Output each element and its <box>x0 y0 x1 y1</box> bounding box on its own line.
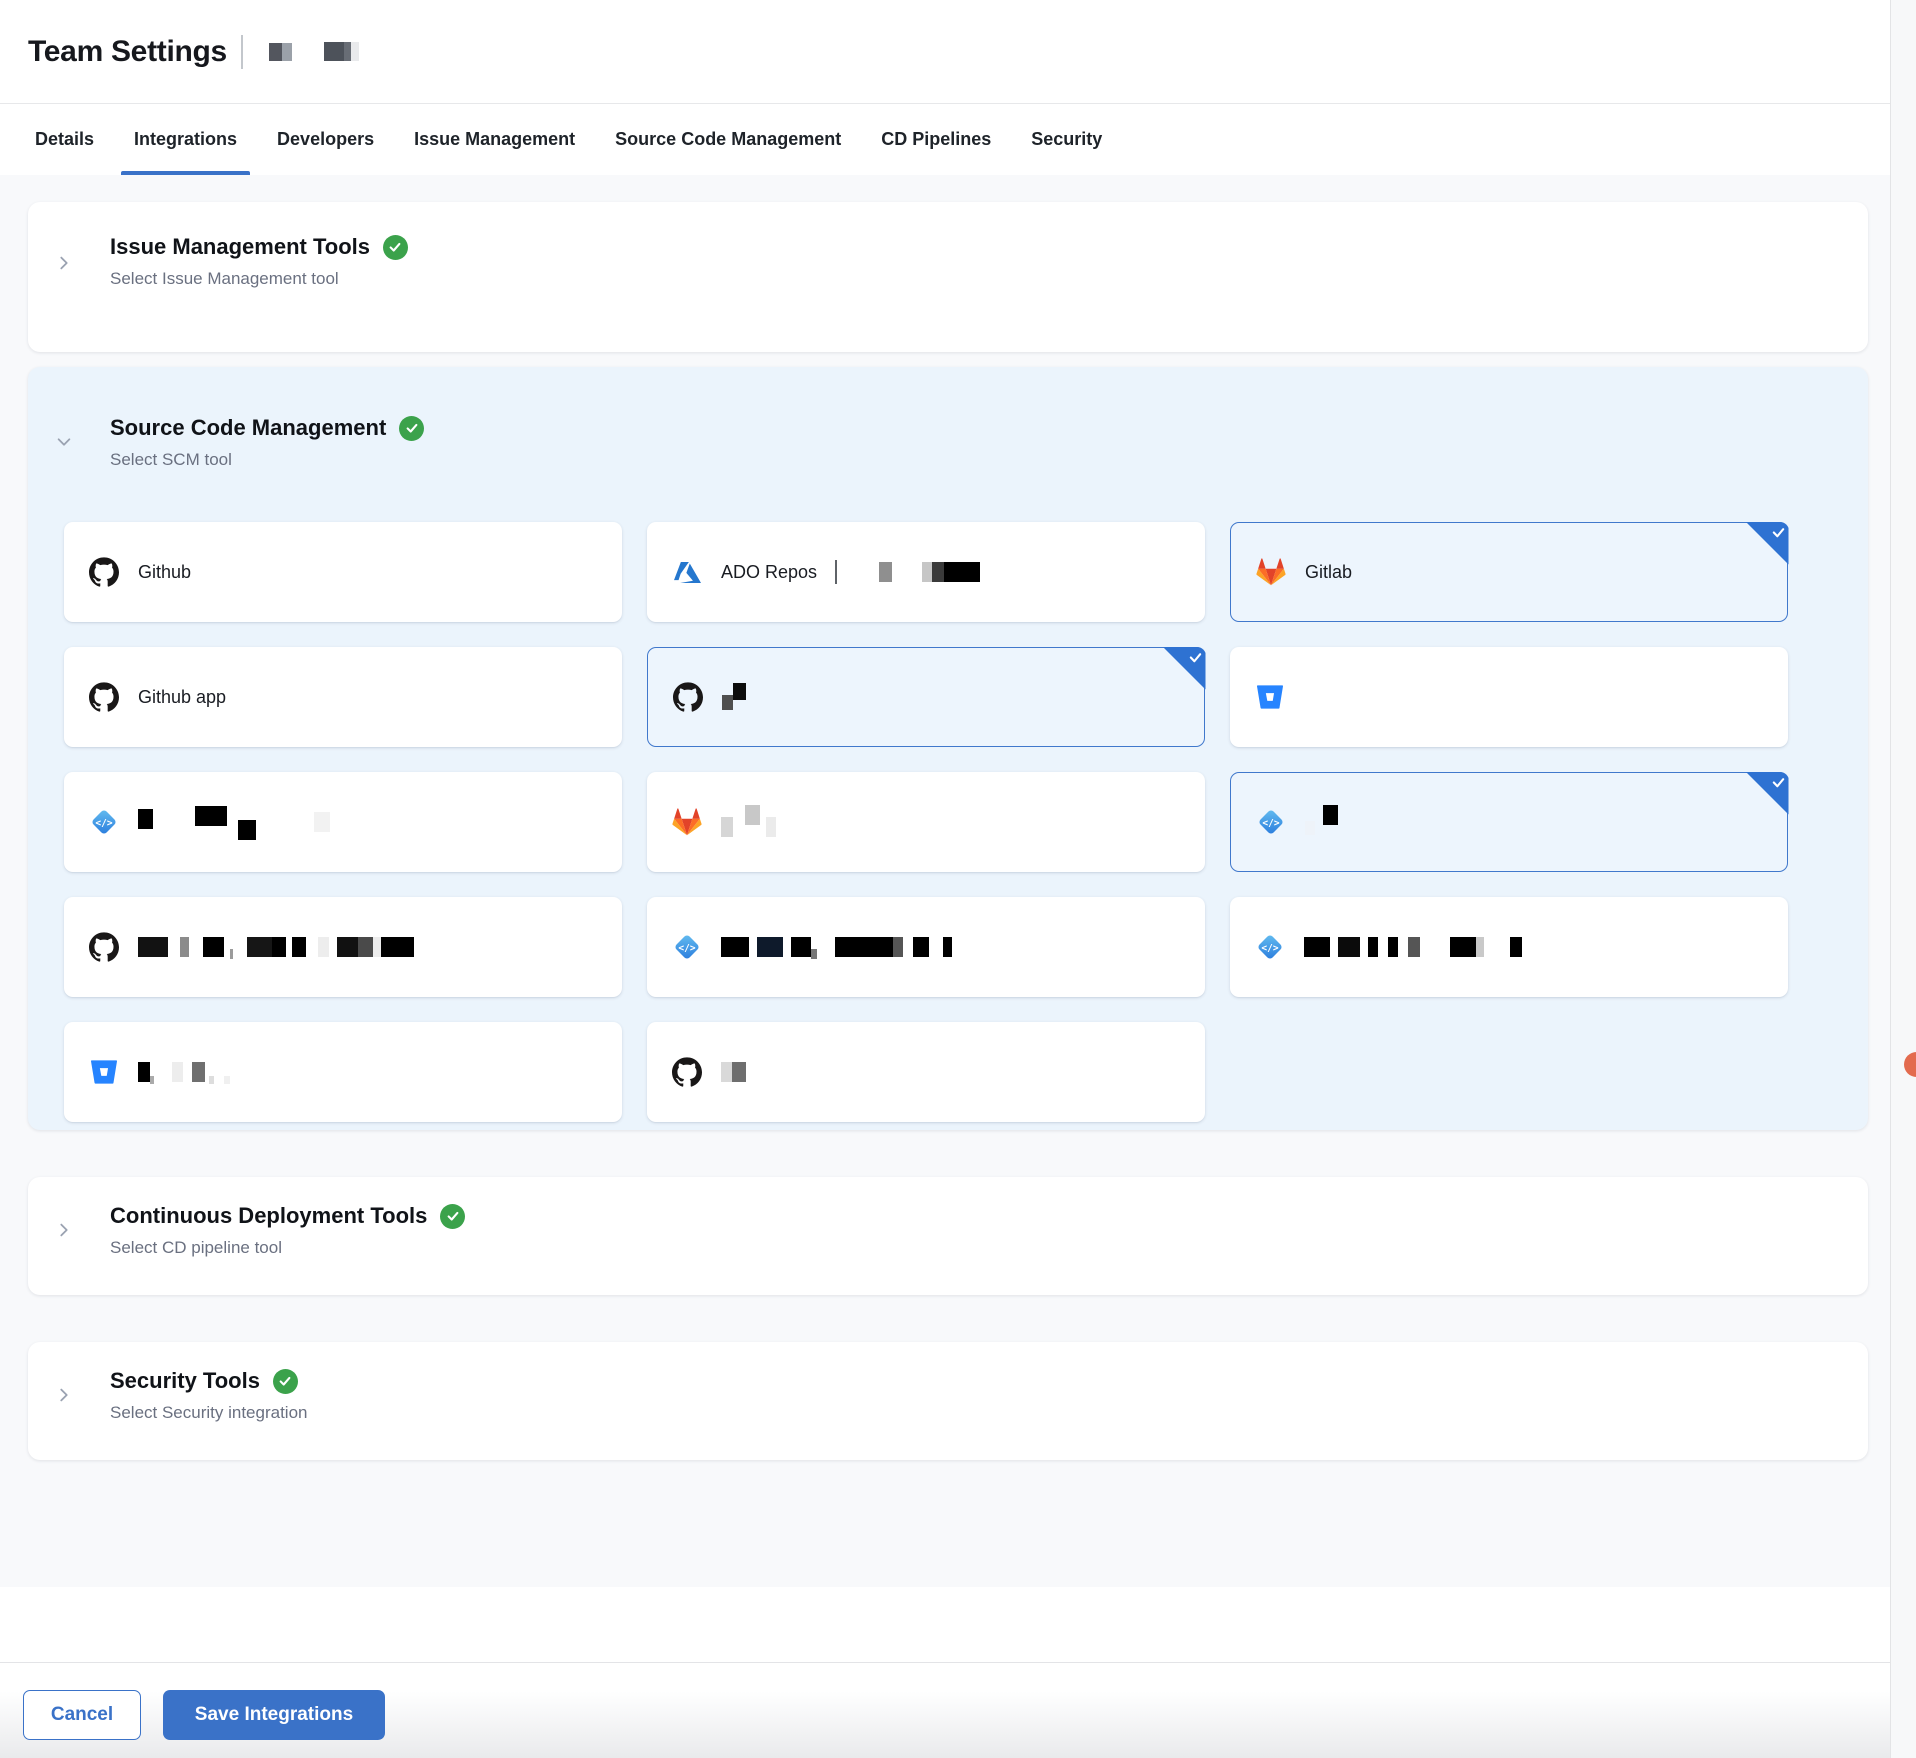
scm-tool-card-redacted-6[interactable]: </> <box>64 772 622 872</box>
section-source-code-management: Source Code Management Select SCM tool G… <box>28 367 1868 1130</box>
scm-tool-card-redacted-13[interactable] <box>647 1022 1205 1122</box>
page-title: Team Settings <box>28 35 227 69</box>
scm-tool-grid: Github ADO Repos Gitlab Github app </> </> </>… <box>64 522 1788 1122</box>
scm-tool-card-redacted-12[interactable] <box>64 1022 622 1122</box>
top-bar: Team Settings <box>0 0 1916 103</box>
chevron-right-icon <box>55 254 73 277</box>
svg-text:</>: </> <box>1262 818 1279 829</box>
scm-tool-card-redacted-5[interactable] <box>1230 647 1788 747</box>
redacted-text <box>722 689 746 706</box>
redacted-text <box>721 1062 746 1082</box>
section-continuous-deployment-tools: Continuous Deployment Tools Select CD pi… <box>28 1177 1868 1295</box>
section-title: Continuous Deployment Tools <box>110 1203 427 1229</box>
section-subtitle: Select Security integration <box>110 1403 1868 1423</box>
bitbucket-icon <box>88 1059 120 1085</box>
tab-security[interactable]: Security <box>1031 104 1102 175</box>
azure-devops-icon: </> <box>1255 806 1287 838</box>
tool-label: ADO Repos <box>721 562 817 583</box>
section-subtitle: Select CD pipeline tool <box>110 1238 1868 1258</box>
redacted-text <box>138 937 414 957</box>
scm-tool-card-redacted-7[interactable] <box>647 772 1205 872</box>
content-footer-gap <box>0 1587 1916 1662</box>
scm-tool-card-redacted-4[interactable] <box>647 647 1205 747</box>
integrations-panel: Issue Management Tools Select Issue Mana… <box>0 175 1916 1587</box>
save-integrations-button[interactable]: Save Integrations <box>163 1690 385 1740</box>
selected-check-icon <box>1746 522 1789 565</box>
section-subtitle: Select SCM tool <box>110 450 1868 470</box>
section-header-security-tools[interactable]: Security Tools Select Security integrati… <box>28 1342 1868 1423</box>
section-subtitle: Select Issue Management tool <box>110 269 1868 289</box>
tab-integrations[interactable]: Integrations <box>134 104 237 175</box>
scm-tool-card-redacted-11[interactable]: </> <box>1230 897 1788 997</box>
green-check-icon <box>273 1369 298 1394</box>
green-check-icon <box>440 1204 465 1229</box>
tab-source-code-management[interactable]: Source Code Management <box>615 104 841 175</box>
svg-text:</>: </> <box>95 818 112 829</box>
chevron-right-icon <box>55 1221 73 1244</box>
tab-bar: Details Integrations Developers Issue Ma… <box>0 103 1916 175</box>
redacted-team-name <box>269 43 292 61</box>
section-security-tools: Security Tools Select Security integrati… <box>28 1342 1868 1460</box>
redacted-text <box>835 560 980 584</box>
tab-issue-management[interactable]: Issue Management <box>414 104 575 175</box>
title-separator <box>241 35 243 69</box>
tab-details[interactable]: Details <box>35 104 94 175</box>
github-icon <box>88 557 120 587</box>
svg-text:</>: </> <box>1261 943 1278 954</box>
footer-action-bar: Cancel Save Integrations <box>0 1662 1916 1758</box>
scm-tool-card-gitlab[interactable]: Gitlab <box>1230 522 1788 622</box>
svg-text:</>: </> <box>678 943 695 954</box>
green-check-icon <box>383 235 408 260</box>
github-icon <box>88 932 120 962</box>
green-check-icon <box>399 416 424 441</box>
bitbucket-icon <box>1254 684 1286 710</box>
redacted-text <box>721 812 776 832</box>
azure-devops-icon: </> <box>88 806 120 838</box>
tab-cd-pipelines[interactable]: CD Pipelines <box>881 104 991 175</box>
github-icon <box>88 682 120 712</box>
scrollbar-rail[interactable] <box>1890 0 1916 1758</box>
scm-tool-card-github[interactable]: Github <box>64 522 622 622</box>
selected-check-icon <box>1746 772 1789 815</box>
section-issue-management-tools: Issue Management Tools Select Issue Mana… <box>28 202 1868 352</box>
github-icon <box>672 682 704 712</box>
tool-label: Github <box>138 562 191 583</box>
cancel-button[interactable]: Cancel <box>23 1690 141 1740</box>
scm-tool-card-redacted-10[interactable]: </> <box>647 897 1205 997</box>
tool-label: Gitlab <box>1305 562 1352 583</box>
azure-devops-icon: </> <box>671 931 703 963</box>
redacted-text <box>721 937 952 957</box>
section-header-source-code-management[interactable]: Source Code Management Select SCM tool <box>28 367 1868 470</box>
section-header-continuous-deployment-tools[interactable]: Continuous Deployment Tools Select CD pi… <box>28 1177 1868 1258</box>
redacted-text <box>138 812 330 832</box>
tab-developers[interactable]: Developers <box>277 104 374 175</box>
scm-tool-card-ado-repos[interactable]: ADO Repos <box>647 522 1205 622</box>
gitlab-icon <box>1255 558 1287 586</box>
chevron-right-icon <box>55 1386 73 1409</box>
section-title: Issue Management Tools <box>110 234 370 260</box>
github-icon <box>671 1057 703 1087</box>
azure-devops-icon: </> <box>1254 931 1286 963</box>
scm-tool-card-redacted-9[interactable] <box>64 897 622 997</box>
selected-check-icon <box>1163 647 1206 690</box>
redacted-text <box>138 1062 230 1082</box>
scm-tool-card-github-app[interactable]: Github app <box>64 647 622 747</box>
tool-label: Github app <box>138 687 226 708</box>
redacted-team-id <box>324 42 359 61</box>
section-header-issue-management-tools[interactable]: Issue Management Tools Select Issue Mana… <box>28 202 1868 289</box>
gitlab-icon <box>671 808 703 836</box>
azure-icon <box>671 559 703 586</box>
section-title: Source Code Management <box>110 415 386 441</box>
scm-tool-card-redacted-8[interactable]: </> <box>1230 772 1788 872</box>
chevron-down-icon <box>55 433 73 456</box>
section-title: Security Tools <box>110 1368 260 1394</box>
redacted-text <box>1304 937 1522 957</box>
redacted-text <box>1305 812 1338 832</box>
